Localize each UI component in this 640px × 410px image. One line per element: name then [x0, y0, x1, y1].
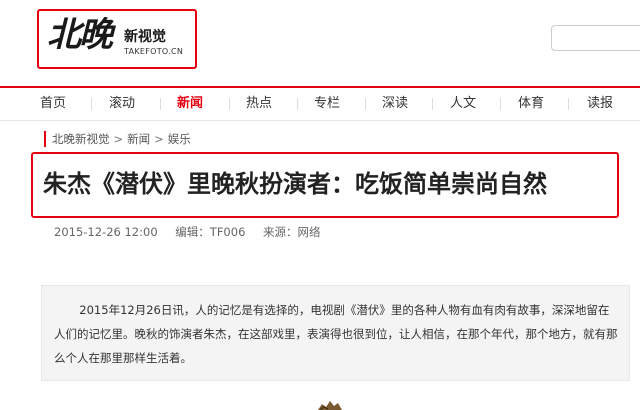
page: 北晚 新视觉 TAKEFOTO.CN 首页 滚动 新闻 热点 专栏 深读 人文 … — [0, 0, 640, 410]
article-title-box: 朱杰《潜伏》里晚秋扮演者：吃饭简单崇尚自然 — [31, 152, 619, 218]
nav-item-read-paper[interactable]: 读报 — [570, 88, 630, 120]
article-date: 2015-12-26 12:00 — [54, 225, 158, 239]
article-editor: 编辑：TF006 — [175, 225, 246, 239]
logo-sub-text: 新视觉 — [124, 29, 166, 45]
site-logo[interactable]: 北晚 新视觉 TAKEFOTO.CN — [37, 9, 197, 69]
logo-url-text: TAKEFOTO.CN — [124, 47, 184, 56]
nav-item-scroll[interactable]: 滚动 — [92, 88, 152, 120]
nav-item-culture[interactable]: 人文 — [433, 88, 493, 120]
breadcrumb-separator: > — [154, 132, 164, 146]
article-summary-box: 2015年12月26日讯，人的记忆是有选择的，电视剧《潜伏》里的各种人物有血有肉… — [41, 285, 630, 381]
article-summary: 2015年12月26日讯，人的记忆是有选择的，电视剧《潜伏》里的各种人物有血有肉… — [54, 303, 618, 365]
nav-item-home[interactable]: 首页 — [23, 88, 83, 120]
article-title: 朱杰《潜伏》里晚秋扮演者：吃饭简单崇尚自然 — [43, 170, 547, 198]
nav-divider — [568, 98, 569, 110]
breadcrumb: 北晚新视觉 > 新闻 > 娱乐 — [44, 131, 191, 147]
article-image-top — [318, 401, 342, 410]
header: 北晚 新视觉 TAKEFOTO.CN — [0, 0, 640, 84]
nav-item-sports[interactable]: 体育 — [501, 88, 561, 120]
article-meta: 2015-12-26 12:00 编辑：TF006 来源：网络 — [54, 224, 335, 240]
nav-item-hot[interactable]: 热点 — [229, 88, 289, 120]
nav-item-deep-read[interactable]: 深读 — [365, 88, 425, 120]
article-source: 来源：网络 — [263, 225, 321, 239]
search-input[interactable] — [551, 25, 640, 51]
breadcrumb-link-entertainment[interactable]: 娱乐 — [168, 132, 191, 146]
breadcrumb-separator: > — [113, 132, 124, 146]
main-nav: 首页 滚动 新闻 热点 专栏 深读 人文 体育 读报 — [0, 86, 640, 121]
nav-item-news[interactable]: 新闻 — [160, 88, 220, 120]
breadcrumb-link-home[interactable]: 北晚新视觉 — [52, 132, 110, 146]
logo-main-text: 北晚 — [47, 15, 113, 55]
nav-item-column[interactable]: 专栏 — [297, 88, 357, 120]
breadcrumb-link-news[interactable]: 新闻 — [127, 132, 150, 146]
